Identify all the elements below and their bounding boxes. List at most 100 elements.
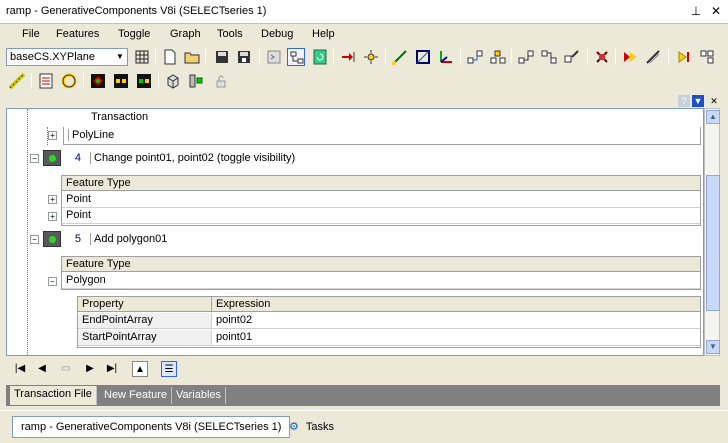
previous-transaction-icon[interactable]: ◀: [34, 361, 50, 377]
vertical-scrollbar[interactable]: ▲ ▼: [704, 108, 720, 356]
line-tool-icon[interactable]: [391, 48, 409, 66]
feature-type-label: Polygon: [66, 274, 106, 286]
pin-icon[interactable]: ⊥: [688, 3, 704, 19]
last-transaction-icon[interactable]: ▶|: [104, 361, 120, 377]
node-b-icon[interactable]: [489, 48, 507, 66]
lock-icon[interactable]: [212, 72, 230, 90]
refresh-icon[interactable]: [311, 48, 329, 66]
feature-type-header-text[interactable]: Feature Type: [66, 177, 131, 189]
coordinate-system-dropdown[interactable]: baseCS.XYPlane ▼: [6, 48, 128, 66]
ring-icon[interactable]: [60, 72, 78, 90]
menu-file[interactable]: File: [22, 28, 40, 40]
feature-row[interactable]: Point: [62, 192, 700, 208]
cells-icon[interactable]: [112, 72, 130, 90]
save-all-icon[interactable]: [235, 48, 253, 66]
stop-icon[interactable]: [593, 48, 611, 66]
sun-icon[interactable]: [362, 48, 380, 66]
first-transaction-icon[interactable]: |◀: [12, 361, 28, 377]
menu-toggle[interactable]: Toggle: [118, 28, 150, 40]
play-back-icon[interactable]: [675, 48, 693, 66]
scroll-up-icon[interactable]: ▲: [706, 110, 720, 124]
dropdown-menu-icon[interactable]: ▼: [692, 95, 704, 107]
expand-icon[interactable]: +: [48, 131, 57, 140]
transaction-label[interactable]: Add polygon01: [90, 233, 167, 245]
picture-icon[interactable]: ▲: [132, 361, 148, 377]
active-dot-icon: [49, 155, 56, 162]
feature-type-label: PolyLine: [68, 129, 114, 141]
axes-icon[interactable]: [437, 48, 455, 66]
list-icon[interactable]: [37, 72, 55, 90]
transaction-label[interactable]: Change point01, point02 (toggle visibili…: [90, 152, 295, 164]
step-in-icon[interactable]: [339, 48, 357, 66]
cells-green-icon[interactable]: [135, 72, 153, 90]
property-table: Property Expression EndPointArray point0…: [77, 296, 701, 348]
puzzle-icon[interactable]: [187, 72, 205, 90]
grid-icon[interactable]: [133, 48, 151, 66]
help-icon[interactable]: ?: [678, 95, 690, 107]
play-forward-icon[interactable]: [621, 48, 639, 66]
transaction-navigator: |◀ ◀ ▭ ▶ ▶| ▲ ☰: [6, 358, 720, 380]
collapse-icon[interactable]: −: [30, 235, 39, 244]
new-file-icon[interactable]: [161, 48, 179, 66]
node-a-icon[interactable]: [466, 48, 484, 66]
script-icon[interactable]: [265, 48, 283, 66]
expression-cell[interactable]: point01: [212, 330, 700, 346]
scroll-thumb[interactable]: [706, 175, 720, 311]
tab-variables[interactable]: Variables: [172, 387, 227, 404]
node-d-icon[interactable]: [540, 48, 558, 66]
menu-features[interactable]: Features: [56, 28, 99, 40]
scroll-down-icon[interactable]: ▼: [706, 340, 720, 354]
property-name: StartPointArray: [82, 331, 157, 343]
transaction-status-indicator[interactable]: [43, 150, 61, 166]
graph-layout-icon[interactable]: [287, 48, 305, 66]
tx4-feature-grid: Feature Type Point Point: [61, 175, 701, 226]
menu-graph[interactable]: Graph: [170, 28, 201, 40]
menu-tools[interactable]: Tools: [217, 28, 243, 40]
next-transaction-icon[interactable]: ▶: [82, 361, 98, 377]
property-column-header[interactable]: Property: [78, 297, 212, 312]
document-list-icon[interactable]: ☰: [161, 361, 177, 377]
toolbar-separator: [385, 49, 386, 65]
step-transaction-icon[interactable]: ▭: [58, 361, 74, 377]
cube-icon[interactable]: [164, 72, 182, 90]
expression-cell[interactable]: point02: [212, 313, 700, 329]
toolbar-separator: [460, 49, 461, 65]
transaction-status-indicator[interactable]: [43, 231, 61, 247]
collapse-icon[interactable]: −: [30, 154, 39, 163]
transaction-column-header[interactable]: Transaction: [91, 111, 148, 123]
grid-small-icon[interactable]: [698, 48, 716, 66]
toolbar-separator: [83, 73, 84, 89]
property-name-cell: EndPointArray: [78, 313, 212, 329]
tree-connector: [27, 109, 28, 355]
wrench-icon[interactable]: [563, 48, 581, 66]
polyline-feature-row[interactable]: PolyLine: [63, 127, 701, 145]
diamond-icon[interactable]: [89, 72, 107, 90]
feature-type-header-text[interactable]: Feature Type: [66, 258, 131, 270]
tab-transaction-file[interactable]: Transaction File: [10, 386, 97, 405]
node-c-icon[interactable]: [517, 48, 535, 66]
toolbar-separator: [615, 49, 616, 65]
expression-column-header[interactable]: Expression: [212, 297, 700, 312]
toolbar-separator: [259, 49, 260, 65]
ruler-icon[interactable]: [8, 72, 26, 90]
collapse-icon[interactable]: −: [48, 277, 57, 286]
square-tool-icon[interactable]: [414, 48, 432, 66]
chevron-down-icon[interactable]: ▼: [114, 50, 126, 64]
transaction-tree: Transaction + PolyLine − 4 Change point0…: [6, 108, 704, 356]
taskbar-item-tasks[interactable]: ⚙ Tasks: [285, 416, 342, 438]
expand-icon[interactable]: +: [48, 212, 57, 221]
close-pane-icon[interactable]: ✕: [708, 95, 720, 107]
menu-debug[interactable]: Debug: [261, 28, 293, 40]
tab-new-feature[interactable]: New Feature: [100, 387, 172, 404]
menu-help[interactable]: Help: [312, 28, 335, 40]
feature-row[interactable]: Point: [62, 208, 700, 224]
save-icon[interactable]: [213, 48, 231, 66]
pen-icon[interactable]: [644, 48, 662, 66]
feature-row[interactable]: Polygon: [62, 273, 700, 289]
taskbar-item-app[interactable]: ramp - GenerativeComponents V8i (SELECTs…: [12, 416, 291, 438]
expand-icon[interactable]: +: [48, 195, 57, 204]
close-icon[interactable]: ✕: [708, 3, 724, 19]
open-folder-icon[interactable]: [183, 48, 201, 66]
expression-header-text: Expression: [216, 298, 271, 310]
property-name-cell: StartPointArray: [78, 330, 212, 346]
